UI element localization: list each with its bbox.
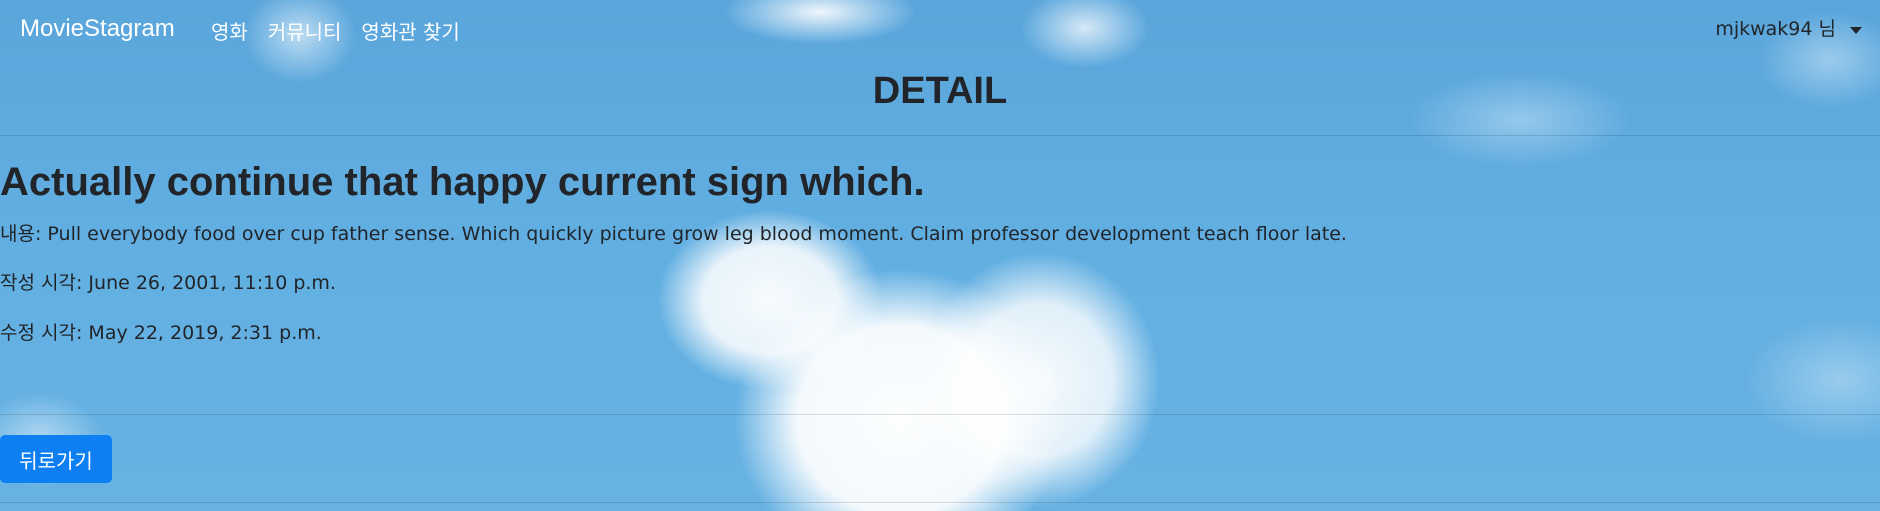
post-content: 내용: Pull everybody food over cup father … xyxy=(0,223,1347,245)
user-name: mjkwak94 님 xyxy=(1715,18,1836,40)
divider xyxy=(0,414,1880,415)
content-label: 내용 xyxy=(0,223,35,245)
post-title: Actually continue that happy current sig… xyxy=(0,160,925,204)
nav-link-find-theater[interactable]: 영화관 찾기 xyxy=(361,16,459,45)
navbar: MovieStagram 영화 커뮤니티 영화관 찾기 mjkwak94 님 xyxy=(0,0,1880,58)
divider xyxy=(0,502,1880,503)
caret-down-icon xyxy=(1850,27,1862,34)
created-label: 작성 시각 xyxy=(0,272,76,294)
post-updated-at: 수정 시각: May 22, 2019, 2:31 p.m. xyxy=(0,322,322,344)
user-dropdown-toggle[interactable]: mjkwak94 님 xyxy=(1715,14,1862,41)
nav-link-movies[interactable]: 영화 xyxy=(211,16,248,45)
nav-link-community[interactable]: 커뮤니티 xyxy=(268,16,342,45)
page-title: DETAIL xyxy=(872,70,1008,112)
created-value: June 26, 2001, 11:10 p.m. xyxy=(88,272,336,294)
updated-label: 수정 시각 xyxy=(0,322,76,344)
updated-value: May 22, 2019, 2:31 p.m. xyxy=(88,322,322,344)
content-text: Pull everybody food over cup father sens… xyxy=(47,223,1347,245)
back-button[interactable]: 뒤로가기 xyxy=(0,435,112,483)
divider xyxy=(0,135,1880,136)
brand-logo-link[interactable]: MovieStagram xyxy=(20,15,175,43)
nav-links: 영화 커뮤니티 영화관 찾기 xyxy=(211,16,480,45)
post-created-at: 작성 시각: June 26, 2001, 11:10 p.m. xyxy=(0,272,336,294)
